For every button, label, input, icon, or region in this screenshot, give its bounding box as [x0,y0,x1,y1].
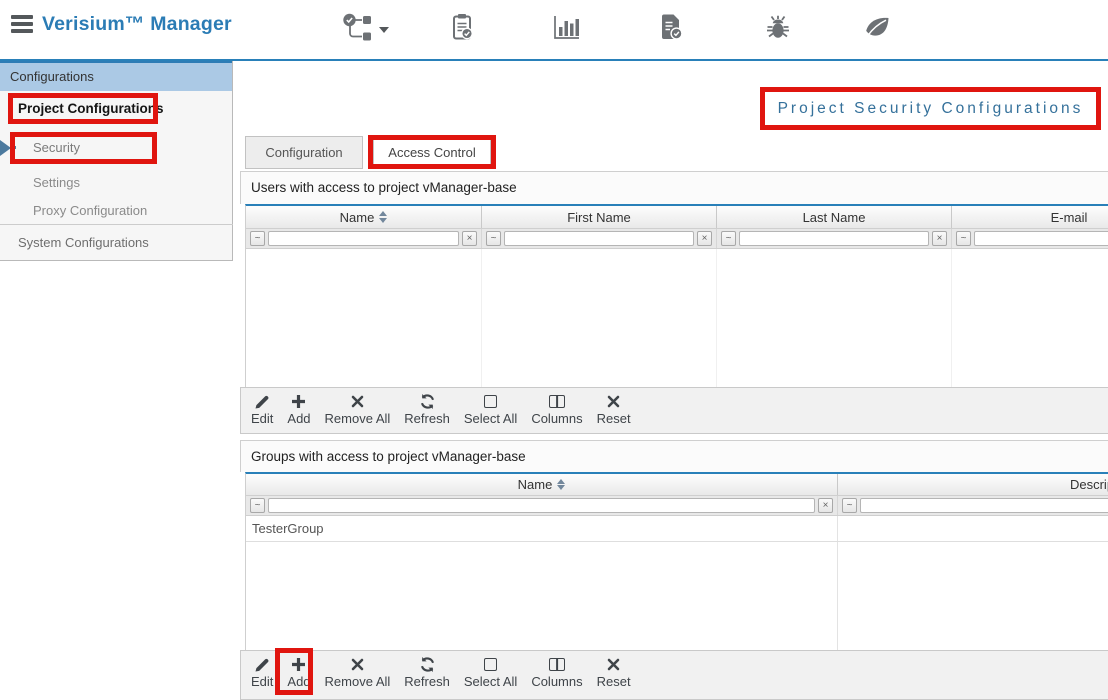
groups-header-row: Name Description [246,474,1108,496]
users-column-header-first-name[interactable]: First Name [482,206,717,228]
bar-chart-icon[interactable] [552,12,582,42]
clipboard-check-icon[interactable] [452,12,474,42]
app-title: Verisium™ Manager [42,13,232,36]
filter-clear-button[interactable]: × [462,231,477,246]
users-column-header-name[interactable]: Name [246,206,482,228]
pencil-icon [254,656,270,673]
users-filter-first-name-input[interactable] [504,231,694,246]
groups-table: Name Description ~ × ~ × TesterGroup [245,472,1108,650]
groups-filter-description-input[interactable] [860,498,1108,513]
plus-icon [291,393,306,410]
groups-filter-description: ~ × [838,496,1108,515]
users-filter-email: ~ × [952,229,1108,248]
refresh-button[interactable]: Refresh [404,393,450,426]
users-toolbar: Edit Add Remove All Refresh Select All C… [240,387,1108,434]
sidebar-item-project-configurations[interactable]: Project Configurations [0,93,233,124]
group-name-cell: TesterGroup [246,516,838,541]
tab-access-control[interactable]: Access Control [373,136,491,169]
table-row-testergroup[interactable]: TesterGroup [246,516,1108,542]
sort-icon[interactable] [557,479,565,491]
users-filter-row: ~ × ~ × ~ × ~ × [246,229,1108,249]
annotation-box-page-title: Project Security Configurations [760,87,1101,130]
checkbox-icon [484,656,497,673]
columns-button[interactable]: Columns [531,393,582,426]
chevron-down-icon[interactable] [379,27,389,33]
pencil-icon [254,393,270,410]
sidebar-header-configurations[interactable]: Configurations [0,61,232,91]
sidebar: Configurations Project Configurations Se… [0,61,233,261]
users-filter-first-name: ~ × [482,229,717,248]
selected-item-pointer-dash [12,146,16,149]
users-filter-last-name: ~ × [717,229,952,248]
add-button[interactable]: Add [287,656,310,689]
groups-filter-name-input[interactable] [268,498,815,513]
refresh-button[interactable]: Refresh [404,656,450,689]
x-icon [607,393,620,410]
groups-column-header-name[interactable]: Name [246,474,838,495]
users-table: Name First Name Last Name E-mail ~ × ~ ×… [245,204,1108,387]
workflow-check-icon[interactable] [342,12,374,42]
edit-button[interactable]: Edit [251,393,273,426]
users-table-body [246,249,1108,387]
sidebar-divider [0,224,233,225]
filter-operator-button[interactable]: ~ [956,231,971,246]
sidebar-item-proxy-configuration[interactable]: Proxy Configuration [0,197,233,225]
selected-item-pointer-icon [0,140,11,156]
sidebar-item-security[interactable]: Security [0,132,233,164]
groups-table-body [246,542,1108,650]
sidebar-item-settings[interactable]: Settings [0,169,233,197]
groups-filter-name: ~ × [246,496,838,515]
sidebar-item-system-configurations[interactable]: System Configurations [0,228,233,258]
plus-icon [291,656,306,673]
add-button[interactable]: Add [287,393,310,426]
refresh-icon [419,656,436,673]
users-section-title: Users with access to project vManager-ba… [240,171,1108,204]
groups-filter-row: ~ × ~ × [246,496,1108,516]
columns-icon [549,393,565,410]
top-bar: Verisium™ Manager [0,0,1108,61]
users-filter-name-input[interactable] [268,231,459,246]
sort-icon[interactable] [379,211,387,223]
users-column-header-last-name[interactable]: Last Name [717,206,952,228]
remove-all-button[interactable]: Remove All [325,393,391,426]
x-icon [351,656,364,673]
groups-column-header-description[interactable]: Description [838,474,1108,495]
users-column-header-email[interactable]: E-mail [952,206,1108,228]
checkbox-icon [484,393,497,410]
filter-operator-button[interactable]: ~ [842,498,857,513]
filter-clear-button[interactable]: × [932,231,947,246]
users-filter-email-input[interactable] [974,231,1108,246]
group-description-cell [838,516,1108,541]
groups-section-title: Groups with access to project vManager-b… [240,440,1108,472]
columns-icon [549,656,565,673]
reset-button[interactable]: Reset [597,656,631,689]
select-all-button[interactable]: Select All [464,656,517,689]
users-header-row: Name First Name Last Name E-mail [246,206,1108,229]
select-all-button[interactable]: Select All [464,393,517,426]
bug-icon[interactable] [765,12,791,42]
filter-operator-button[interactable]: ~ [250,231,265,246]
columns-button[interactable]: Columns [531,656,582,689]
x-icon [351,393,364,410]
filter-clear-button[interactable]: × [697,231,712,246]
filter-operator-button[interactable]: ~ [250,498,265,513]
reset-button[interactable]: Reset [597,393,631,426]
menu-icon[interactable] [11,15,33,33]
filter-operator-button[interactable]: ~ [721,231,736,246]
report-check-icon[interactable] [660,12,683,42]
groups-toolbar: Edit Add Remove All Refresh Select All C… [240,650,1108,700]
page-title: Project Security Configurations [778,100,1084,118]
leaf-icon[interactable] [864,12,891,42]
users-filter-name: ~ × [246,229,482,248]
refresh-icon [419,393,436,410]
tab-configuration[interactable]: Configuration [245,136,363,169]
filter-operator-button[interactable]: ~ [486,231,501,246]
filter-clear-button[interactable]: × [818,498,833,513]
x-icon [607,656,620,673]
tab-bar: Configuration Access Control [245,136,491,169]
users-filter-last-name-input[interactable] [739,231,929,246]
edit-button[interactable]: Edit [251,656,273,689]
remove-all-button[interactable]: Remove All [325,656,391,689]
